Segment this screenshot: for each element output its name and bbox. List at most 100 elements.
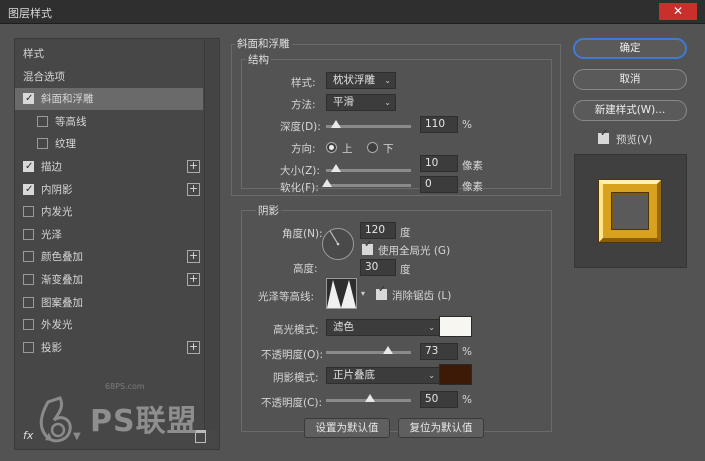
shading-title: 阴影 bbox=[256, 203, 281, 218]
shadow-opacity-unit: % bbox=[462, 394, 472, 406]
altitude-input[interactable]: 30 bbox=[360, 259, 396, 276]
highlight-opacity-thumb[interactable] bbox=[383, 346, 393, 354]
shadow-opacity-label: 不透明度(C): bbox=[261, 397, 323, 409]
direction-down-radio[interactable] bbox=[367, 142, 378, 153]
effect-checkbox[interactable] bbox=[23, 228, 34, 240]
effect-item[interactable]: 渐变叠加 + bbox=[15, 269, 203, 291]
chevron-down-icon: ⌄ bbox=[428, 323, 435, 332]
depth-slider-thumb[interactable] bbox=[331, 120, 341, 128]
style-select[interactable]: 枕状浮雕 ⌄ bbox=[326, 72, 396, 89]
effect-checkbox[interactable] bbox=[23, 88, 34, 110]
effect-item[interactable]: 投影 + bbox=[15, 337, 203, 359]
soften-input[interactable]: 0 bbox=[420, 176, 458, 193]
cancel-button[interactable]: 取消 bbox=[573, 69, 687, 90]
highlight-mode-select[interactable]: 滤色 ⌄ bbox=[326, 319, 440, 336]
gloss-contour-icon[interactable] bbox=[326, 278, 357, 309]
size-slider-thumb[interactable] bbox=[331, 164, 341, 172]
preview-checkbox[interactable] bbox=[598, 128, 609, 144]
technique-select[interactable]: 平滑 ⌄ bbox=[326, 94, 396, 111]
reset-default-button[interactable]: 复位为默认值 bbox=[398, 418, 484, 438]
effect-item[interactable]: 斜面和浮雕 bbox=[15, 88, 203, 111]
global-light-checkbox[interactable] bbox=[362, 239, 373, 255]
effect-label: 颜色叠加 bbox=[41, 251, 83, 264]
soften-label: 软化(F): bbox=[280, 182, 319, 194]
effect-checkbox[interactable] bbox=[37, 115, 48, 127]
add-effect-icon[interactable]: + bbox=[187, 340, 200, 354]
effect-checkbox[interactable] bbox=[23, 296, 34, 308]
global-light-label: 使用全局光 (G) bbox=[378, 245, 451, 257]
direction-label: 方向: bbox=[291, 143, 316, 155]
depth-label: 深度(D): bbox=[280, 121, 321, 133]
add-effect-icon[interactable]: + bbox=[187, 273, 200, 286]
antialias-label: 消除锯齿 (L) bbox=[392, 290, 452, 302]
structure-title: 结构 bbox=[246, 52, 271, 67]
effect-item[interactable]: 外发光 bbox=[15, 314, 203, 336]
shadow-mode-value: 正片叠底 bbox=[333, 369, 375, 381]
direction-up-label: 上 bbox=[342, 143, 353, 155]
effect-item[interactable]: 光泽 bbox=[15, 224, 203, 246]
depth-unit: % bbox=[462, 119, 472, 131]
effect-item[interactable]: 颜色叠加 + bbox=[15, 246, 203, 268]
soften-slider-track[interactable] bbox=[326, 184, 411, 187]
direction-up-radio[interactable] bbox=[326, 142, 337, 153]
effect-checkbox[interactable] bbox=[23, 251, 34, 263]
watermark-logo-icon bbox=[39, 396, 72, 443]
effect-item[interactable]: 等高线 bbox=[15, 111, 203, 133]
effect-label: 纹理 bbox=[55, 138, 76, 151]
technique-label: 方法: bbox=[291, 99, 316, 111]
effect-checkbox[interactable] bbox=[23, 274, 34, 285]
altitude-unit: 度 bbox=[400, 264, 411, 276]
close-icon: ✕ bbox=[672, 4, 684, 18]
styles-header[interactable]: 样式 bbox=[15, 43, 203, 65]
effect-checkbox[interactable] bbox=[23, 156, 34, 178]
angle-dial[interactable] bbox=[321, 227, 355, 261]
effect-item[interactable]: 内阴影 + bbox=[15, 179, 203, 201]
highlight-color-swatch[interactable] bbox=[439, 316, 472, 337]
new-style-button[interactable]: 新建样式(W)... bbox=[573, 100, 687, 121]
effect-label: 样式 bbox=[23, 48, 44, 60]
shadow-opacity-input[interactable]: 50 bbox=[420, 391, 458, 408]
highlight-opacity-input[interactable]: 73 bbox=[420, 343, 458, 360]
title-bar: 图层样式 ✕ bbox=[0, 0, 705, 24]
blending-options-item[interactable]: 混合选项 bbox=[15, 66, 203, 88]
ok-button[interactable]: 确定 bbox=[573, 38, 687, 59]
set-default-button[interactable]: 设置为默认值 bbox=[304, 418, 390, 438]
gloss-contour-chevron-down-icon[interactable]: ▾ bbox=[361, 289, 365, 298]
effect-label: 图案叠加 bbox=[41, 296, 83, 309]
add-effect-icon[interactable]: + bbox=[187, 160, 200, 173]
highlight-mode-label: 高光模式: bbox=[273, 324, 319, 336]
shadow-mode-select[interactable]: 正片叠底 ⌄ bbox=[326, 367, 440, 384]
effect-item[interactable]: 图案叠加 bbox=[15, 292, 203, 314]
close-button[interactable]: ✕ bbox=[659, 3, 697, 20]
effect-item[interactable]: 纹理 bbox=[15, 133, 203, 155]
size-input[interactable]: 10 bbox=[420, 155, 458, 172]
soften-unit: 像素 bbox=[462, 181, 483, 193]
effect-checkbox[interactable] bbox=[23, 206, 34, 218]
effect-item[interactable]: 描边 + bbox=[15, 156, 203, 178]
effect-checkbox[interactable] bbox=[37, 138, 48, 150]
shadow-opacity-thumb[interactable] bbox=[365, 394, 375, 402]
add-effect-icon[interactable]: + bbox=[187, 250, 200, 264]
effect-label: 描边 bbox=[41, 161, 62, 173]
antialias-checkbox[interactable] bbox=[376, 284, 387, 300]
shadow-color-swatch[interactable] bbox=[439, 364, 472, 385]
angle-label: 角度(N): bbox=[282, 228, 323, 240]
gloss-contour-label: 光泽等高线: bbox=[258, 291, 315, 303]
add-effect-icon[interactable]: + bbox=[187, 182, 200, 196]
effect-checkbox[interactable] bbox=[23, 319, 34, 331]
highlight-opacity-label: 不透明度(O): bbox=[261, 349, 323, 361]
effect-label: 等高线 bbox=[55, 115, 87, 128]
depth-input[interactable]: 110 bbox=[420, 116, 458, 133]
effect-checkbox[interactable] bbox=[23, 179, 34, 201]
angle-input[interactable]: 120 bbox=[360, 222, 396, 239]
effect-item[interactable]: 内发光 bbox=[15, 201, 203, 223]
style-list-scrollbar[interactable] bbox=[204, 40, 218, 430]
effect-label: 投影 bbox=[41, 341, 62, 354]
effect-label: 内阴影 bbox=[41, 183, 73, 196]
effect-checkbox[interactable] bbox=[23, 341, 34, 353]
highlight-opacity-unit: % bbox=[462, 346, 472, 358]
shadow-mode-label: 阴影模式: bbox=[273, 372, 319, 384]
soften-slider-thumb[interactable] bbox=[322, 179, 332, 187]
chevron-down-icon: ⌄ bbox=[428, 371, 435, 380]
highlight-opacity-track[interactable] bbox=[326, 351, 411, 354]
